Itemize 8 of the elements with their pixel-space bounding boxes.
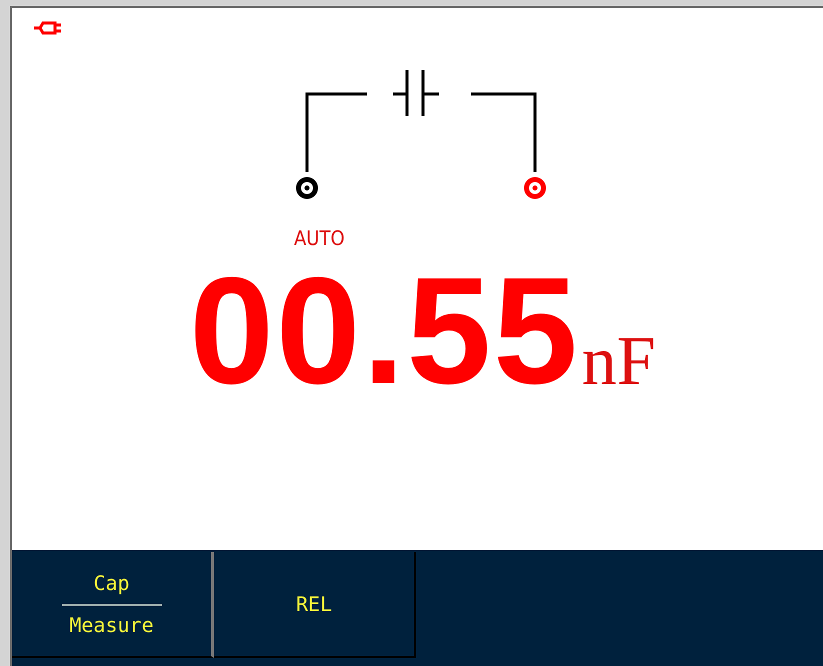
range-mode-label: AUTO bbox=[294, 228, 345, 248]
softkey-button[interactable]: REL bbox=[214, 552, 416, 658]
softkey-label: Measure bbox=[69, 612, 154, 639]
softkey-panel[interactable]: Cap Measure bbox=[12, 552, 214, 658]
plug-icon bbox=[34, 20, 64, 36]
unit-label: nF bbox=[582, 327, 656, 397]
softkey-label: Cap bbox=[93, 570, 130, 597]
measurement-reading: 00.55 bbox=[189, 255, 580, 407]
